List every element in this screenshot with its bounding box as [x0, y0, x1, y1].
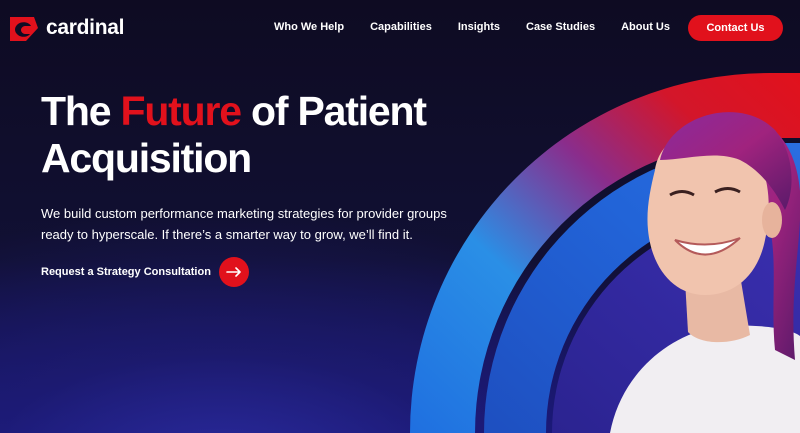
nav-capabilities[interactable]: Capabilities [370, 21, 432, 33]
brand-name: cardinal [46, 16, 125, 39]
contact-us-button[interactable]: Contact Us [688, 15, 783, 41]
hero-subtext: We build custom performance marketing st… [41, 206, 447, 242]
nav-insights[interactable]: Insights [458, 21, 500, 33]
nav-case-studies[interactable]: Case Studies [526, 21, 595, 33]
hero-section: cardinal Who We Help Capabilities Insigh… [0, 0, 800, 433]
arrow-right-icon[interactable] [218, 257, 249, 287]
main-nav: Who We Help Capabilities Insights Case S… [274, 21, 696, 33]
cta-label: Request a Strategy Consultation [41, 266, 211, 278]
headline-pre: The [41, 88, 121, 134]
nav-who-we-help[interactable]: Who We Help [274, 21, 344, 33]
brand-logo[interactable]: cardinal [8, 13, 124, 43]
hero-headline: The Future of Patient Acquisition [41, 88, 481, 182]
smiling-woman-photo [610, 112, 800, 433]
strategy-consultation-cta[interactable]: Request a Strategy Consultation [41, 257, 249, 287]
headline-accent: Future [120, 88, 242, 134]
nav-about-us[interactable]: About Us [621, 21, 670, 33]
cardinal-bird-icon [10, 17, 38, 41]
